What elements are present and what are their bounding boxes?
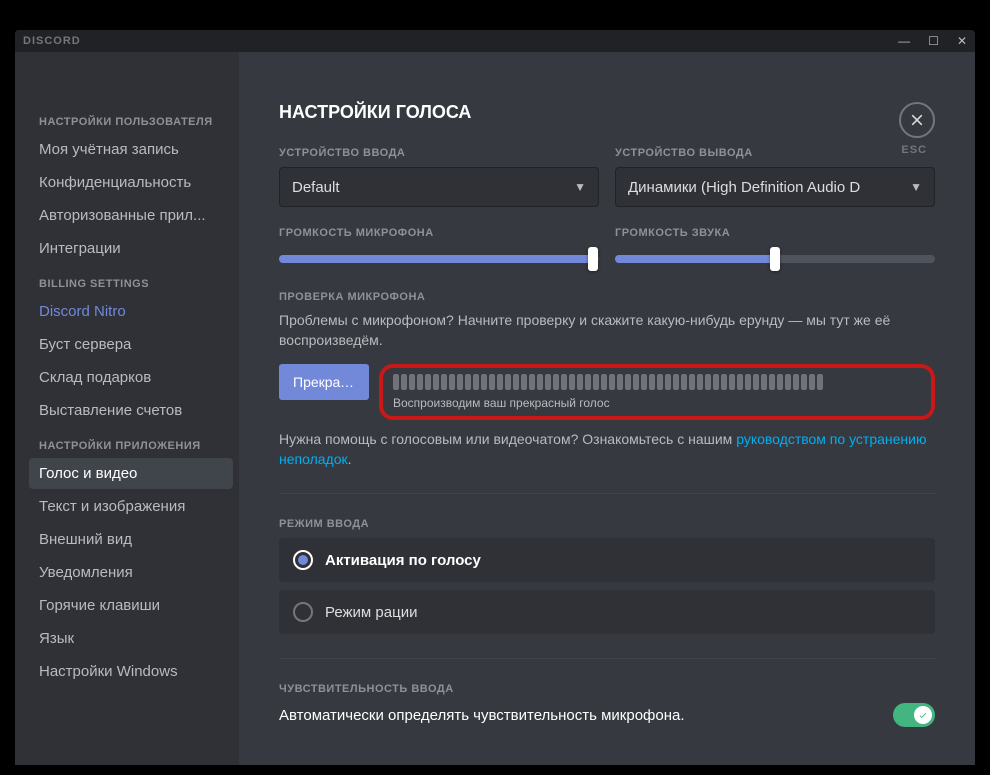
titlebar: DISCORD — ☐ ✕ (15, 30, 975, 52)
sidebar-item-voice-video[interactable]: Голос и видео (29, 458, 233, 489)
input-mode-label: РЕЖИМ ВВОДА (279, 518, 935, 530)
radio-label: Активация по голосу (325, 552, 481, 569)
help-text: Нужна помощь с голосовым или видеочатом?… (279, 430, 935, 469)
sidebar-item-hotkeys[interactable]: Горячие клавиши (29, 590, 233, 621)
sidebar-header-user: НАСТРОЙКИ ПОЛЬЗОВАТЕЛЯ (29, 110, 233, 134)
output-device-select[interactable]: Динамики (High Definition Audio D ▼ (615, 167, 935, 207)
close-window-button[interactable]: ✕ (957, 34, 967, 48)
sidebar-item-privacy[interactable]: Конфиденциальность (29, 167, 233, 198)
sidebar-item-windows[interactable]: Настройки Windows (29, 656, 233, 687)
sensitivity-label: ЧУВСТВИТЕЛЬНОСТЬ ВВОДА (279, 683, 935, 695)
output-device-value: Динамики (High Definition Audio D (628, 179, 860, 196)
mic-test-stop-button[interactable]: Прекратит... (279, 364, 369, 400)
mic-volume-slider[interactable] (279, 247, 599, 271)
mic-test-desc: Проблемы с микрофоном? Начните проверку … (279, 311, 935, 350)
chevron-down-icon: ▼ (574, 180, 586, 194)
radio-icon (293, 550, 313, 570)
app-title: DISCORD (23, 35, 81, 47)
sidebar-item-notifications[interactable]: Уведомления (29, 557, 233, 588)
esc-label: ESC (901, 144, 927, 156)
close-settings-button[interactable] (899, 102, 935, 138)
page-title: НАСТРОЙКИ ГОЛОСА (279, 102, 935, 123)
sidebar-item-gifts[interactable]: Склад подарков (29, 362, 233, 393)
radio-label: Режим рации (325, 604, 417, 621)
sidebar-item-integrations[interactable]: Интеграции (29, 233, 233, 264)
sidebar-header-billing: BILLING SETTINGS (29, 272, 233, 296)
input-device-select[interactable]: Default ▼ (279, 167, 599, 207)
mic-test-caption: Воспроизводим ваш прекрасный голос (393, 396, 921, 410)
mic-test-label: ПРОВЕРКА МИКРОФОНА (279, 291, 935, 303)
sidebar-item-appearance[interactable]: Внешний вид (29, 524, 233, 555)
sidebar-item-boost[interactable]: Буст сервера (29, 329, 233, 360)
output-device-label: УСТРОЙСТВО ВЫВОДА (615, 147, 935, 159)
chevron-down-icon: ▼ (910, 180, 922, 194)
close-icon (909, 112, 925, 128)
sensitivity-auto-label: Автоматически определять чувствительност… (279, 707, 685, 724)
divider (279, 658, 935, 659)
settings-content: ESC НАСТРОЙКИ ГОЛОСА УСТРОЙСТВО ВВОДА De… (239, 52, 975, 765)
minimize-button[interactable]: — (898, 34, 910, 48)
sidebar-item-auth-apps[interactable]: Авторизованные прил... (29, 200, 233, 231)
output-volume-label: ГРОМКОСТЬ ЗВУКА (615, 227, 935, 239)
app-window: DISCORD — ☐ ✕ НАСТРОЙКИ ПОЛЬЗОВАТЕЛЯ Моя… (15, 30, 975, 765)
input-mode-push-to-talk[interactable]: Режим рации (279, 590, 935, 634)
check-icon (918, 710, 928, 720)
input-mode-voice-activity[interactable]: Активация по голосу (279, 538, 935, 582)
sidebar-item-nitro[interactable]: Discord Nitro (29, 296, 233, 327)
output-volume-slider[interactable] (615, 247, 935, 271)
radio-icon (293, 602, 313, 622)
divider (279, 493, 935, 494)
maximize-button[interactable]: ☐ (928, 34, 939, 48)
sidebar-item-text-images[interactable]: Текст и изображения (29, 491, 233, 522)
sidebar-header-app: НАСТРОЙКИ ПРИЛОЖЕНИЯ (29, 434, 233, 458)
sidebar-item-billing[interactable]: Выставление счетов (29, 395, 233, 426)
input-device-label: УСТРОЙСТВО ВВОДА (279, 147, 599, 159)
sensitivity-auto-toggle[interactable] (893, 703, 935, 727)
sidebar-item-account[interactable]: Моя учётная запись (29, 134, 233, 165)
input-device-value: Default (292, 179, 340, 196)
mic-test-highlight: Воспроизводим ваш прекрасный голос (379, 364, 935, 420)
mic-volume-label: ГРОМКОСТЬ МИКРОФОНА (279, 227, 599, 239)
sidebar-item-language[interactable]: Язык (29, 623, 233, 654)
mic-vu-meter (393, 374, 921, 390)
settings-sidebar: НАСТРОЙКИ ПОЛЬЗОВАТЕЛЯ Моя учётная запис… (15, 52, 239, 765)
